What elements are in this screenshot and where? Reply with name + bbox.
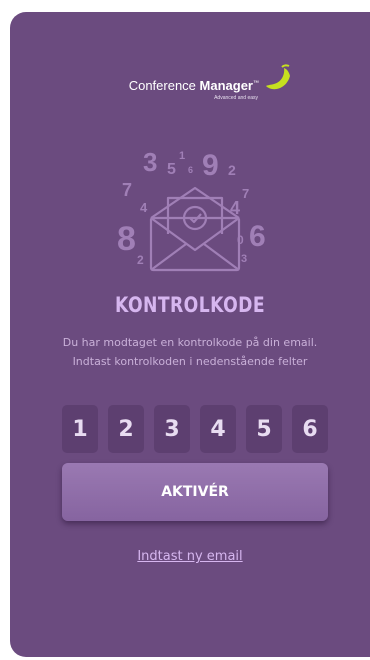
illus-digit: 6 — [249, 220, 266, 253]
instructions-line-1: Du har modtaget en kontrolkode på din em… — [62, 336, 318, 349]
page-title: KONTROLKODE — [114, 293, 266, 317]
code-digit-input-6[interactable]: 6 — [292, 405, 328, 453]
code-digit-input-4[interactable]: 4 — [200, 405, 236, 453]
envelope-icon: 3 5 1 6 9 2 7 4 4 7 8 2 0 6 3 — [117, 147, 266, 272]
instructions-line-2: Indtast kontrolkoden i nedenstående felt… — [72, 355, 308, 368]
code-digit-input-2[interactable]: 2 — [108, 405, 144, 453]
illus-digit: 5 — [167, 161, 176, 178]
illus-digit: 8 — [117, 220, 136, 258]
activate-button[interactable]: AKTIVÉR — [62, 463, 328, 521]
instructions-text: Du har modtaget en kontrolkode på din em… — [10, 333, 370, 371]
code-digit-input-1[interactable]: 1 — [62, 405, 98, 453]
logo: Conference Manager™ Advanced and easy — [10, 64, 370, 104]
illus-digit: 3 — [241, 253, 247, 265]
email-code-illustration: 3 5 1 6 9 2 7 4 4 7 8 2 0 6 3 — [106, 144, 286, 284]
illus-digit: 7 — [242, 186, 249, 201]
login-card: Conference Manager™ Advanced and easy 3 … — [10, 12, 370, 657]
illus-digit: 2 — [137, 253, 144, 267]
logo-trademark: ™ — [253, 80, 259, 87]
logo-mark-icon — [266, 64, 290, 90]
new-email-link[interactable]: Indtast ny email — [10, 549, 370, 564]
logo-wordmark: Conference Manager™ — [10, 78, 259, 93]
illus-digit: 7 — [122, 180, 132, 200]
illus-digit: 9 — [202, 149, 219, 182]
logo-brand-bold: Manager — [199, 78, 253, 93]
code-digit-input-5[interactable]: 5 — [246, 405, 282, 453]
illus-digit: 4 — [140, 200, 148, 215]
logo-brand-light: Conference — [128, 78, 200, 93]
illus-digit: 2 — [228, 162, 236, 178]
illus-digit: 3 — [143, 147, 157, 177]
code-input-group: 1 2 3 4 5 6 — [62, 405, 328, 455]
logo-tagline: Advanced and easy — [214, 95, 258, 101]
illus-digit: 1 — [179, 150, 185, 162]
illus-digit: 6 — [188, 165, 193, 175]
code-digit-input-3[interactable]: 3 — [154, 405, 190, 453]
